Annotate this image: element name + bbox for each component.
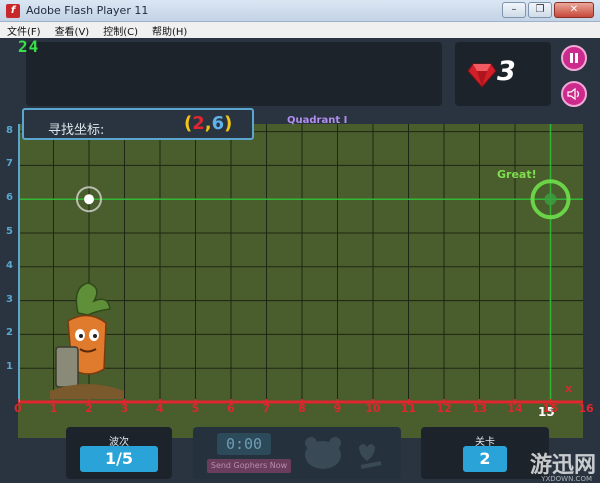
gopher-icon [305, 437, 382, 469]
hit-target-center [544, 193, 557, 206]
gopher-panel: 0:00 Send Gophers Now [193, 427, 401, 479]
window-controls: – ❐ ✕ [502, 2, 594, 18]
menu-help[interactable]: 帮助(H) [145, 22, 194, 38]
x-tick-label: 5 [191, 402, 200, 415]
y-tick-label: 1 [6, 361, 13, 373]
x-tick-label: 4 [156, 402, 164, 415]
y-tick-label: 2 [6, 327, 13, 339]
x-tick-label: 10 [365, 402, 381, 415]
restore-button[interactable]: ❐ [528, 2, 552, 18]
game-stage: 24 3 寻找坐标: (2,6) Quadrant I Great! x 15 … [0, 38, 600, 483]
menu-file[interactable]: 文件(F) [0, 22, 48, 38]
y-tick-label: 8 [6, 124, 13, 136]
x-tick-label: 2 [85, 402, 93, 415]
send-gophers-button[interactable]: Send Gophers Now [207, 459, 291, 473]
level-value: 2 [463, 446, 507, 472]
x-tick-label: 3 [120, 402, 129, 415]
x-tick-label: 0 [14, 402, 22, 415]
x-tick-label: 15 [542, 402, 559, 415]
target-close-paren: ) [224, 113, 233, 134]
x-tick-label: 16 [578, 402, 594, 415]
x-tick-label: 1 [49, 402, 58, 415]
y-tick-label: 4 [6, 259, 13, 271]
y-tick-label: 5 [6, 226, 13, 237]
x-tick-label: 7 [262, 402, 271, 415]
score-counter: 24 [18, 38, 40, 56]
quadrant-label: Quadrant I [287, 115, 348, 126]
target-coordinate-panel: 寻找坐标: (2,6) [22, 108, 254, 140]
player-marker-dot [84, 194, 94, 205]
pause-button[interactable] [561, 45, 587, 71]
message-panel [26, 42, 442, 106]
x-tick-label: 12 [436, 402, 452, 415]
find-coordinate-label: 寻找坐标: [48, 123, 105, 138]
gem-panel: 3 [455, 42, 551, 106]
x-tick-label: 14 [507, 402, 523, 415]
window-titlebar: f Adobe Flash Player 11 – ❐ ✕ [0, 0, 600, 22]
close-button[interactable]: ✕ [554, 2, 594, 18]
x-tick-label: 11 [400, 402, 417, 415]
window-title: Adobe Flash Player 11 [26, 4, 149, 17]
menu-bar: 文件(F) 查看(V) 控制(C) 帮助(H) [0, 22, 600, 38]
x-tick-label: 6 [227, 402, 235, 415]
flash-app-icon: f [6, 4, 20, 18]
wave-timer: 0:00 [217, 433, 271, 455]
target-open-paren: ( [184, 113, 193, 134]
y-tick-label: 7 [6, 158, 13, 170]
ruby-gem-icon [467, 63, 497, 88]
y-tick-label: 6 [6, 192, 13, 204]
target-x: 2 [192, 113, 205, 134]
site-watermark-url: YXDOWN.COM [541, 475, 592, 483]
x-tick-label: 8 [298, 402, 306, 415]
menu-view[interactable]: 查看(V) [48, 22, 97, 38]
target-coordinate: (2,6) [184, 113, 232, 134]
waves-value: 1/5 [80, 446, 158, 472]
x-tick-label: 13 [471, 402, 488, 415]
minimize-button[interactable]: – [502, 2, 526, 18]
gem-count: 3 [497, 56, 516, 87]
target-y: 6 [211, 113, 225, 134]
x-axis-letter: x [565, 382, 573, 395]
speaker-icon [567, 87, 580, 101]
carrot-character [50, 282, 124, 399]
pause-icon [570, 53, 578, 63]
feedback-text: Great! [497, 168, 537, 181]
waves-panel: 波次 1/5 [66, 427, 172, 479]
sound-button[interactable] [561, 81, 587, 107]
target-comma: , [204, 113, 212, 134]
menu-control[interactable]: 控制(C) [96, 22, 145, 38]
y-tick-label: 3 [6, 293, 13, 305]
x-tick-label: 9 [333, 402, 342, 415]
